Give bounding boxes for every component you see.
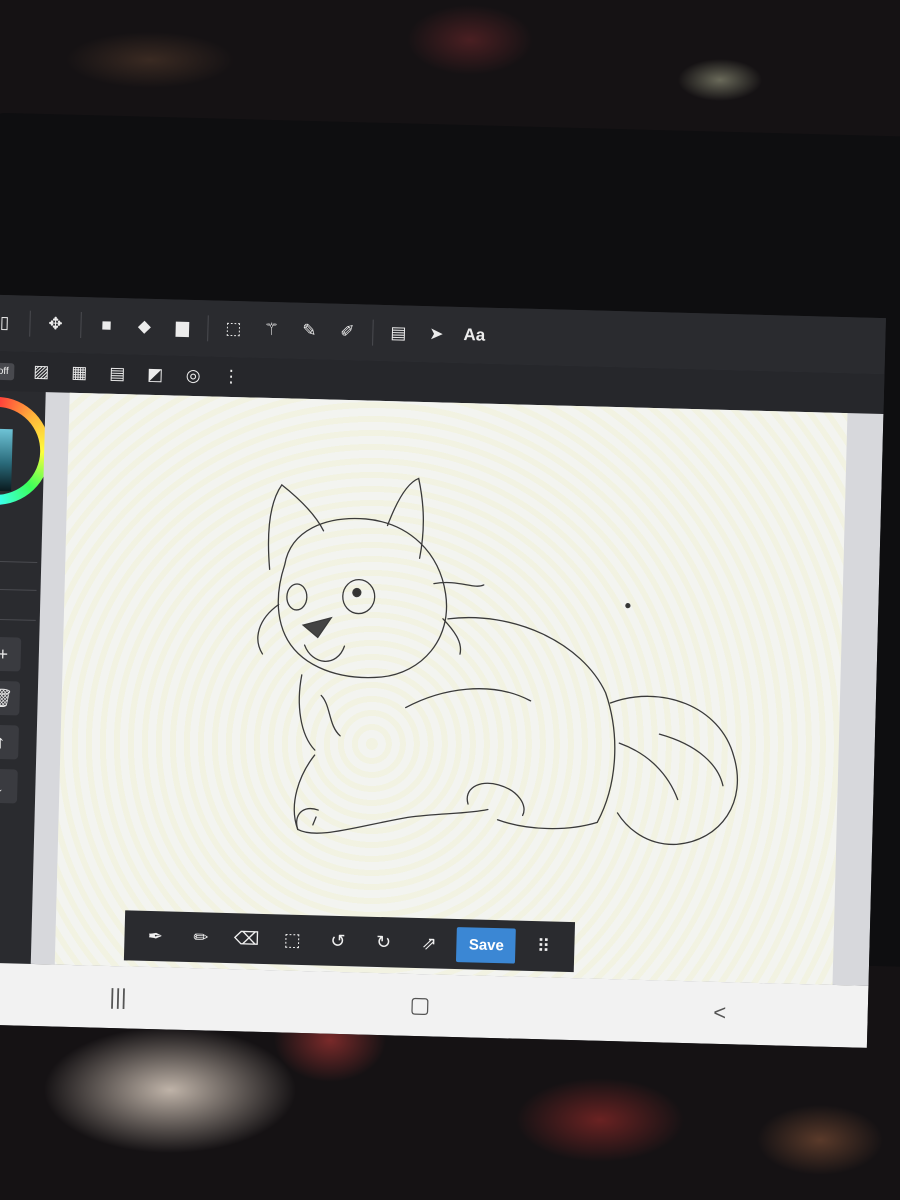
sketch-stray-mark [625,602,631,609]
arrow-up-icon: ↑ [0,731,6,752]
menu-grid-glyph: ⠿ [536,935,551,956]
eraser-glyph: ⌫ [233,927,260,949]
pencil-icon[interactable]: ✏ [183,919,220,956]
sketch-tail [609,695,739,846]
concentric-glyph: ◎ [185,365,201,386]
concentric-icon[interactable]: ◎ [174,356,213,395]
rect-select-glyph: ⬚ [225,318,242,339]
grid-icon[interactable]: ▦ [60,353,99,392]
eyedropper-icon[interactable]: ✒ [137,918,174,955]
transform-move-icon[interactable]: ✥ [36,305,75,344]
panel-divider [0,618,36,621]
grid-glyph: ▦ [70,362,88,383]
drawing-canvas[interactable] [54,392,848,985]
sketch-paw [296,808,319,831]
layer-panel-glyph: ▤ [390,323,407,343]
sketch-head [277,517,448,679]
hatch-diagonal-icon[interactable]: ▨ [22,352,61,391]
gradient-icon[interactable]: ▆ [163,308,202,347]
recents-button[interactable]: ||| [109,984,127,1010]
more-vertical-icon[interactable]: ⋮ [212,357,251,396]
hatch-horizontal-icon[interactable]: ▤ [98,354,137,393]
hatch-horizontal-glyph: ▤ [108,363,126,384]
panel-divider [0,588,37,591]
select-pen-icon[interactable]: ✎ [290,311,329,350]
trash-icon: 🗑 [0,687,14,708]
sketch-pupil [352,587,362,598]
redo-icon[interactable]: ↻ [365,924,402,961]
redo-glyph: ↻ [375,931,392,952]
paint-bucket-glyph: ◆ [137,316,152,336]
select-eraser-glyph: ✐ [340,321,355,342]
sketch-front-leg [293,754,489,834]
eyedropper-glyph: ✒ [147,925,164,946]
sketch-tail-fur [618,733,724,801]
back-button[interactable]: < [713,1000,727,1026]
hatch-diagonal-glyph: ▨ [32,361,50,382]
add-layer-button[interactable]: + [0,636,22,672]
transform-move-glyph: ✥ [48,314,63,334]
pencil-glyph: ✏ [193,926,209,948]
move-layer-down-button[interactable]: ↓ [0,768,18,804]
tablet-device: ▯ ✥ ■ ◆ ▆ ⬚ ⚚ ✎ ✐ ▤ ➤ Aa off ▨ ▦ ▤ ◩ ◎ ⋮ [0,112,900,1048]
paint-bucket-icon[interactable]: ◆ [125,307,164,346]
home-button[interactable]: ▢ [409,992,430,1019]
color-picker-square[interactable] [0,428,13,492]
plus-icon: + [0,643,9,664]
sketch-left-ear [267,483,325,570]
arrow-down-icon: ↓ [0,775,5,796]
deselect-glyph: ⬚ [283,929,302,950]
toolbar-divider [29,310,31,337]
undo-glyph: ↺ [330,930,346,951]
rect-select-icon[interactable]: ⬚ [214,310,253,349]
toolbar-divider [372,319,374,346]
sketch-left-eye [286,583,308,611]
pointer-glyph: ➤ [429,324,444,344]
eraser-icon[interactable]: ⌫ [228,920,265,957]
text-tool-button[interactable]: Aa [455,316,494,355]
sketch-chest [298,674,341,751]
deselect-icon[interactable]: ⬚ [274,921,311,958]
more-vertical-glyph: ⋮ [222,366,240,387]
app-screen: ▯ ✥ ■ ◆ ▆ ⬚ ⚚ ✎ ✐ ▤ ➤ Aa off ▨ ▦ ▤ ◩ ◎ ⋮ [0,294,886,1048]
delete-layer-button[interactable]: 🗑 [0,680,21,716]
sketch-right-ear [386,477,424,559]
panel-divider [0,560,38,563]
fill-color-icon[interactable]: ■ [87,306,126,345]
save-button[interactable]: Save [456,926,517,964]
toolbar-divider [207,315,209,342]
export-icon[interactable]: ⇗ [411,925,448,962]
select-pen-glyph: ✎ [302,320,317,341]
sketch-mouth [303,644,346,662]
sketch-drawing [257,477,739,846]
perspective-icon[interactable]: ◩ [136,355,175,394]
toolbar-divider [80,311,82,339]
fill-color-glyph: ■ [101,315,112,335]
shape-rect-glyph: ▯ [0,312,10,333]
gradient-glyph: ▆ [175,317,190,337]
menu-grid-icon[interactable]: ⠿ [525,928,562,965]
sketch-back-paw [466,782,525,817]
canvas-area [30,392,884,986]
select-eraser-icon[interactable]: ✐ [328,312,367,351]
pointer-icon[interactable]: ➤ [417,315,456,354]
move-layer-up-button[interactable]: ↑ [0,724,19,760]
sketch-back [405,688,532,709]
layer-panel-icon[interactable]: ▤ [379,314,418,353]
undo-icon[interactable]: ↺ [319,922,356,959]
shape-rect-icon[interactable]: ▯ [0,304,24,343]
snap-off-button[interactable]: off [0,351,23,390]
sketch-body [447,617,616,830]
sketch-nose [301,616,333,639]
snap-off-label: off [0,362,15,380]
perspective-glyph: ◩ [146,364,164,385]
magic-wand-icon[interactable]: ⚚ [252,311,291,350]
magic-wand-glyph: ⚚ [263,319,280,340]
export-glyph: ⇗ [421,932,438,954]
